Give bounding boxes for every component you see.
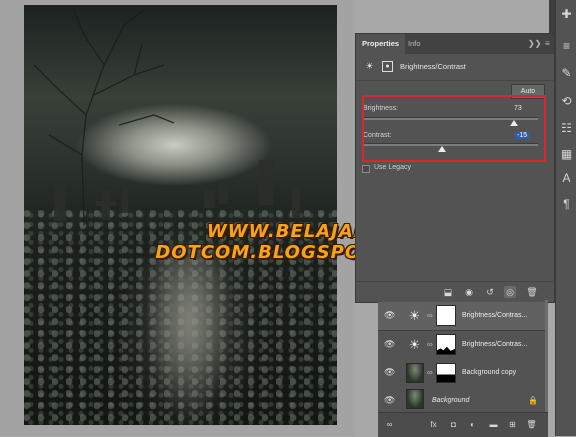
- properties-panel: Properties Info ❯❯ ≡ ☀ ● Brightness/Cont…: [355, 33, 555, 303]
- layer-name: Brightness/Contras...: [462, 312, 528, 319]
- layer-row[interactable]: 👁 ☀ ∞ Brightness/Contras...: [378, 331, 545, 360]
- paragraph-icon[interactable]: ¶: [560, 198, 573, 211]
- reset-icon[interactable]: ↺: [484, 286, 496, 298]
- eye-icon[interactable]: 👁: [384, 311, 395, 320]
- history-icon[interactable]: ⟲: [560, 95, 573, 108]
- brightness-contrast-icon: ☀: [408, 308, 421, 323]
- layer-mask-thumbnail[interactable]: [436, 305, 456, 326]
- layer-mask-icon[interactable]: ●: [382, 61, 393, 72]
- image-trees-graveyard: [33, 9, 300, 226]
- brightness-contrast-icon: ☀: [365, 61, 374, 71]
- link-layers-icon[interactable]: ∞: [384, 419, 395, 430]
- eye-icon[interactable]: 👁: [384, 340, 395, 349]
- layer-mask-thumbnail[interactable]: [436, 363, 456, 383]
- swatches-icon[interactable]: ▦: [560, 148, 573, 161]
- layer-mask-thumbnail[interactable]: [436, 334, 456, 355]
- layer-name: Brightness/Contras...: [462, 341, 528, 348]
- chain-link-icon[interactable]: ∞: [427, 340, 433, 349]
- layer-style-icon[interactable]: fx: [428, 419, 439, 430]
- view-previous-icon[interactable]: ◉: [463, 286, 475, 298]
- delete-adjustment-icon[interactable]: 🗑: [526, 286, 538, 298]
- document-canvas[interactable]: [0, 0, 355, 436]
- layer-name: Background: [432, 397, 470, 404]
- menu-icon[interactable]: ≡: [560, 40, 573, 53]
- layer-name: Background copy: [462, 369, 517, 376]
- layers-panel: 👁 ☀ ∞ Brightness/Contras... 👁 ☀ ∞ Bright…: [378, 300, 548, 437]
- layers-footer: ∞ fx ◘ ◐ ▬ ⊞ 🗑: [378, 412, 548, 437]
- layer-row[interactable]: 👁 Background 🔒: [378, 387, 545, 412]
- clip-to-layer-icon[interactable]: ⬓: [442, 286, 454, 298]
- eye-icon[interactable]: 👁: [384, 396, 395, 405]
- collapse-panel-icon[interactable]: ❯❯: [528, 34, 541, 54]
- text-icon[interactable]: A: [560, 172, 573, 185]
- chain-link-icon[interactable]: ∞: [427, 368, 433, 377]
- use-legacy-checkbox[interactable]: [362, 165, 370, 173]
- chain-link-icon[interactable]: ∞: [427, 311, 433, 320]
- new-group-icon[interactable]: ▬: [488, 419, 499, 430]
- layer-thumbnail: [406, 363, 424, 383]
- use-legacy-label: Use Legacy: [374, 164, 411, 171]
- layers-scrollbar[interactable]: [545, 300, 548, 412]
- delete-layer-icon[interactable]: 🗑: [526, 419, 537, 430]
- right-tool-strip: ✚ ≡ ✎ ⟲ ☷ ▦ A ¶: [555, 0, 576, 436]
- tab-info[interactable]: Info: [402, 34, 427, 54]
- adjustment-title: Brightness/Contrast: [400, 62, 466, 71]
- tab-properties[interactable]: Properties: [356, 34, 406, 54]
- brush-icon[interactable]: ✎: [560, 67, 573, 80]
- add-mask-icon[interactable]: ◘: [448, 419, 459, 430]
- properties-footer: ⬓ ◉ ↺ ◎ 🗑: [356, 281, 554, 302]
- adjustments-icon[interactable]: ☷: [560, 122, 573, 135]
- document-image: [24, 5, 337, 425]
- brightness-contrast-icon: ☀: [408, 337, 421, 352]
- properties-tab-bar: Properties Info ❯❯ ≡: [356, 34, 554, 54]
- move-icon[interactable]: ✚: [560, 8, 573, 21]
- new-layer-icon[interactable]: ⊞: [507, 419, 518, 430]
- layer-row[interactable]: 👁 ∞ Background copy: [378, 359, 545, 388]
- new-adjustment-layer-icon[interactable]: ◐: [467, 419, 478, 430]
- properties-header: ☀ ● Brightness/Contrast: [356, 54, 554, 81]
- visibility-eye-icon[interactable]: ◎: [504, 286, 516, 298]
- layer-thumbnail: [406, 389, 424, 409]
- sliders-highlight-box: [362, 95, 546, 162]
- panel-menu-icon[interactable]: ≡: [545, 34, 550, 54]
- eye-icon[interactable]: 👁: [384, 368, 395, 377]
- layer-row[interactable]: 👁 ☀ ∞ Brightness/Contras...: [378, 302, 545, 331]
- lock-icon[interactable]: 🔒: [528, 396, 538, 405]
